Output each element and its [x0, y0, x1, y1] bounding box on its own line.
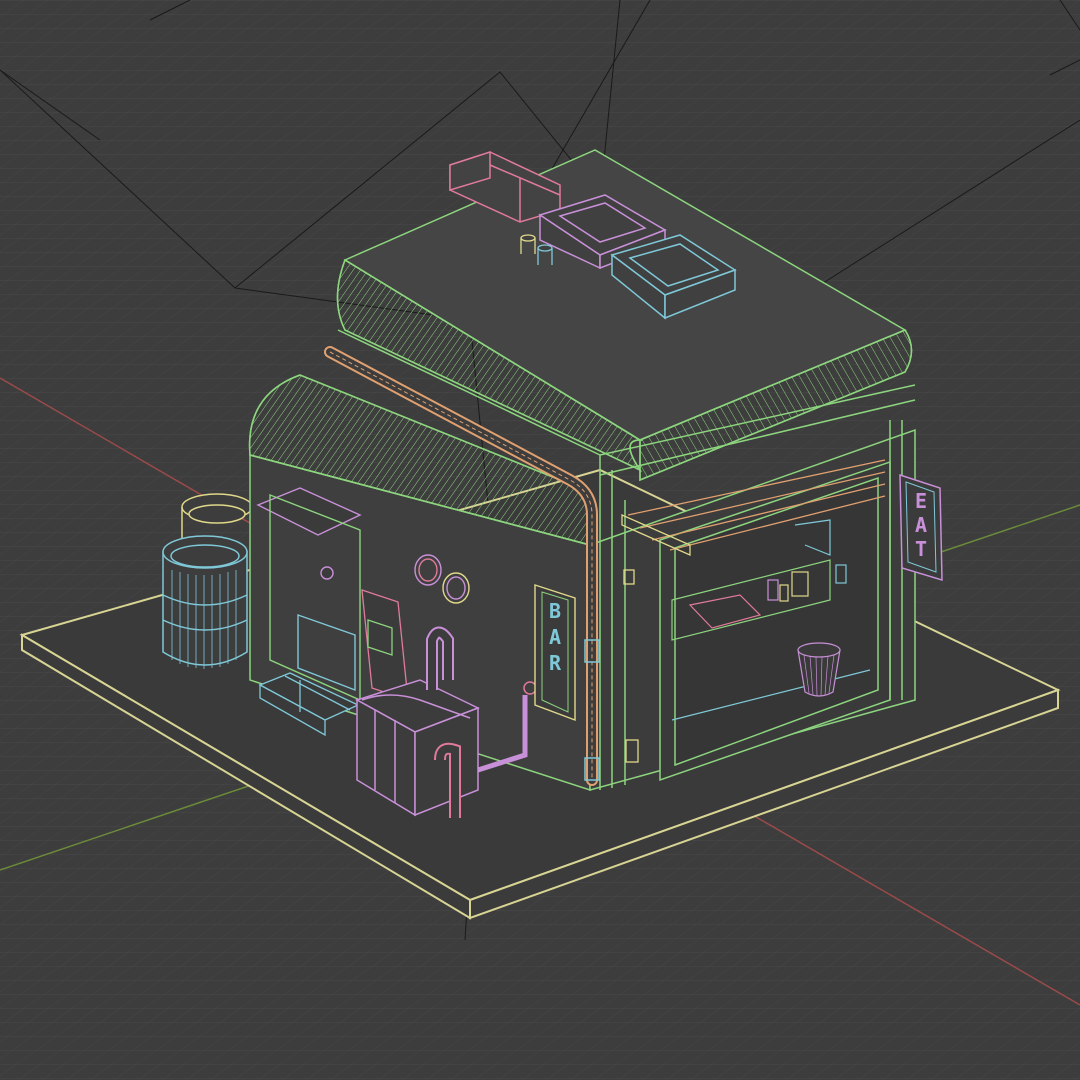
eat-sign-text: EAT — [915, 489, 927, 561]
trash-bin[interactable] — [797, 642, 841, 697]
sign-letter: R — [549, 651, 562, 675]
eat-sign: EAT — [899, 473, 943, 582]
sign-letter: A — [549, 625, 561, 649]
sign-letter: B — [549, 599, 561, 623]
sign-letter: A — [915, 513, 927, 537]
barrel-front[interactable] — [162, 535, 248, 669]
sign-letter: E — [915, 489, 927, 513]
sign-letter: T — [915, 537, 927, 561]
bar-sign: BAR — [534, 584, 576, 722]
3d-viewport[interactable]: BAR EAT — [0, 0, 1080, 1080]
bar-sign-text: BAR — [549, 599, 562, 675]
